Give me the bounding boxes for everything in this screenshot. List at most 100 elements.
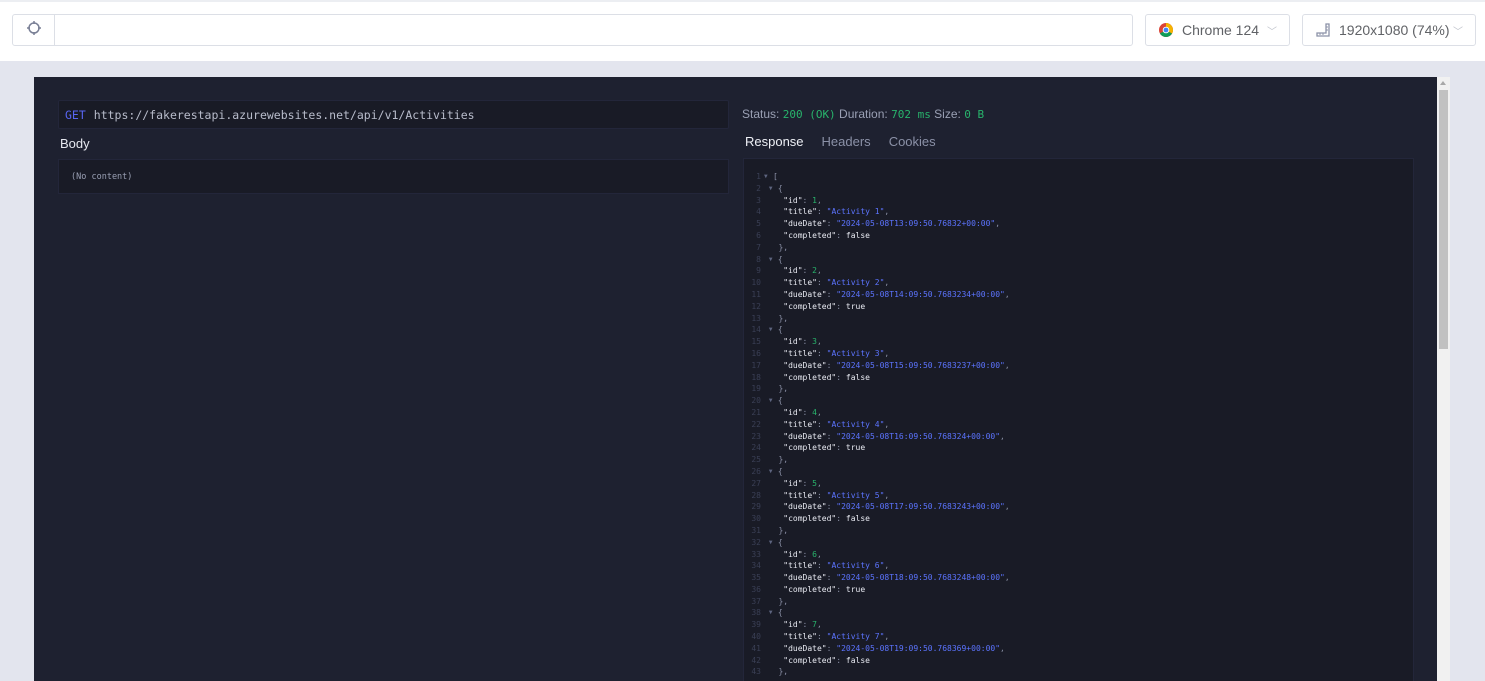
line-number: 38 bbox=[751, 608, 761, 618]
json-token: , bbox=[817, 620, 822, 630]
code-line: 39 "id": 7, bbox=[744, 619, 1413, 631]
scroll-up-arrow[interactable] bbox=[1440, 81, 1446, 85]
json-key: "title" bbox=[783, 632, 817, 642]
json-string: "2024-05-08T19:09:50.768369+00:00" bbox=[836, 643, 1001, 653]
line-number: 42 bbox=[751, 655, 761, 665]
request-method: GET bbox=[65, 107, 86, 122]
code-line: 2 ▼{ bbox=[744, 183, 1413, 195]
json-token: , bbox=[884, 348, 890, 358]
line-number: 34 bbox=[751, 561, 761, 571]
resolution-select[interactable]: 1920x1080 (74%) ﹀ bbox=[1302, 14, 1476, 46]
request-body: (No content) bbox=[58, 159, 729, 194]
preview-frame: GET https://fakerestapi.azurewebsites.ne… bbox=[34, 77, 1450, 681]
tab-cookies[interactable]: Cookies bbox=[889, 134, 936, 149]
json-key: "dueDate" bbox=[783, 431, 827, 441]
code-line: 38 ▼{ bbox=[744, 607, 1413, 619]
code-line: 36 "completed": true bbox=[744, 584, 1413, 596]
json-key: "completed" bbox=[783, 372, 837, 382]
chevron-down-icon: ﹀ bbox=[1453, 26, 1463, 38]
fold-toggle-icon[interactable]: ▼ bbox=[769, 466, 778, 478]
json-token: , bbox=[817, 478, 822, 488]
json-token: , bbox=[1000, 643, 1005, 653]
code-line: 15 "id": 3, bbox=[744, 336, 1413, 348]
fold-toggle-icon[interactable]: ▼ bbox=[764, 171, 773, 183]
line-number: 12 bbox=[751, 301, 761, 311]
tab-response[interactable]: Response bbox=[745, 134, 804, 149]
scrollbar-thumb[interactable] bbox=[1439, 90, 1448, 349]
code-line: 42 "completed": false bbox=[744, 655, 1413, 667]
fold-toggle-icon[interactable]: ▼ bbox=[769, 254, 778, 266]
json-token: : bbox=[802, 549, 813, 559]
code-line: 17 "dueDate": "2024-05-08T15:09:50.76832… bbox=[744, 360, 1413, 372]
json-string: "2024-05-08T14:09:50.7683234+00:00" bbox=[836, 289, 1005, 299]
json-key: "completed" bbox=[783, 301, 837, 311]
json-token: : bbox=[802, 478, 813, 488]
json-boolean: false bbox=[845, 230, 870, 240]
json-token: : bbox=[816, 278, 827, 288]
json-key: "completed" bbox=[783, 584, 837, 594]
json-token: : bbox=[826, 573, 837, 583]
duration-value: 702 ms bbox=[891, 108, 931, 121]
json-key: "title" bbox=[783, 490, 817, 500]
line-number: 14 bbox=[751, 325, 761, 335]
code-line: 13 }, bbox=[744, 313, 1413, 325]
json-string: "2024-05-08T15:09:50.7683237+00:00" bbox=[836, 360, 1005, 370]
json-key: "dueDate" bbox=[783, 219, 827, 229]
code-line: 11 "dueDate": "2024-05-08T14:09:50.76832… bbox=[744, 289, 1413, 301]
json-brace: { bbox=[777, 183, 783, 193]
json-string: "2024-05-08T13:09:50.76832+00:00" bbox=[836, 219, 996, 229]
code-line: 37 }, bbox=[744, 596, 1413, 608]
line-number: 32 bbox=[751, 537, 761, 547]
json-token: , bbox=[995, 219, 1001, 229]
scrollbar[interactable] bbox=[1437, 77, 1450, 681]
json-token: : bbox=[802, 620, 813, 630]
fold-toggle-icon[interactable]: ▼ bbox=[769, 324, 778, 336]
json-token: : bbox=[826, 643, 837, 653]
chrome-icon bbox=[1158, 22, 1174, 38]
json-key: "completed" bbox=[783, 655, 837, 665]
json-token: : bbox=[816, 348, 827, 358]
code-line: 4 "title": "Activity 1", bbox=[744, 206, 1413, 218]
json-token: : bbox=[816, 419, 827, 429]
code-line: 25 }, bbox=[744, 454, 1413, 466]
json-token: , bbox=[1000, 431, 1005, 441]
line-number: 11 bbox=[751, 289, 761, 299]
browser-select[interactable]: Chrome 124 ﹀ bbox=[1145, 14, 1290, 46]
json-key: "id" bbox=[783, 549, 803, 559]
json-key: "completed" bbox=[783, 443, 837, 453]
code-line: 33 "id": 6, bbox=[744, 549, 1413, 561]
url-input[interactable] bbox=[55, 15, 1132, 45]
resolution-select-label: 1920x1080 (74%) bbox=[1339, 22, 1450, 38]
json-token: : bbox=[802, 407, 813, 417]
fold-toggle-icon[interactable]: ▼ bbox=[769, 183, 778, 195]
inspect-target-button[interactable] bbox=[13, 15, 55, 45]
code-line: 19 }, bbox=[744, 383, 1413, 395]
fold-toggle-icon[interactable]: ▼ bbox=[769, 395, 778, 407]
line-number: 8 bbox=[756, 254, 761, 264]
json-string: "2024-05-08T17:09:50.7683243+00:00" bbox=[836, 502, 1005, 512]
body-label: Body bbox=[60, 136, 90, 151]
code-line: 41 "dueDate": "2024-05-08T19:09:50.76836… bbox=[744, 643, 1413, 655]
size-label: Size: bbox=[934, 107, 961, 121]
tab-headers[interactable]: Headers bbox=[822, 134, 871, 149]
json-key: "dueDate" bbox=[783, 289, 827, 299]
line-number: 17 bbox=[751, 360, 761, 370]
fold-toggle-icon[interactable]: ▼ bbox=[769, 537, 778, 549]
json-key: "title" bbox=[783, 207, 817, 217]
duration-label: Duration: bbox=[839, 107, 888, 121]
code-line: 24 "completed": true bbox=[744, 442, 1413, 454]
fold-toggle-icon[interactable]: ▼ bbox=[769, 607, 778, 619]
